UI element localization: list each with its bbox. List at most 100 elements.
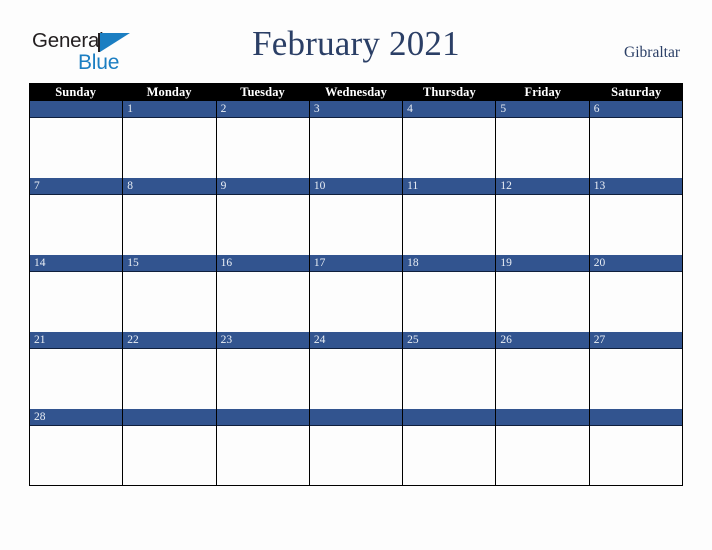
day-cell[interactable]: 3 bbox=[309, 101, 404, 178]
day-notes-area[interactable] bbox=[309, 349, 403, 408]
day-notes-area[interactable] bbox=[589, 272, 682, 331]
day-cell[interactable]: 24 bbox=[309, 332, 404, 409]
day-notes-area[interactable] bbox=[309, 195, 403, 254]
day-notes-area[interactable] bbox=[123, 195, 216, 254]
region-label: Gibraltar bbox=[624, 44, 680, 61]
day-cell[interactable]: 10 bbox=[309, 178, 404, 255]
weekday-header-row: Sunday Monday Tuesday Wednesday Thursday… bbox=[29, 83, 683, 101]
day-notes-area[interactable] bbox=[216, 118, 309, 177]
day-notes-area[interactable] bbox=[216, 195, 309, 254]
date-strip: 3 bbox=[309, 101, 403, 118]
day-cell[interactable]: 25 bbox=[403, 332, 497, 409]
day-notes-area[interactable] bbox=[589, 195, 682, 254]
day-cell[interactable]: 1 bbox=[123, 101, 217, 178]
date-number: 24 bbox=[313, 334, 326, 346]
day-cell[interactable]: 8 bbox=[123, 178, 217, 255]
date-strip: 27 bbox=[589, 332, 682, 349]
date-strip: 15 bbox=[123, 255, 216, 272]
day-cell[interactable]: 13 bbox=[589, 178, 682, 255]
date-number: 17 bbox=[313, 257, 326, 269]
day-cell[interactable] bbox=[589, 409, 682, 485]
day-notes-area[interactable] bbox=[216, 426, 309, 484]
day-cell[interactable]: 26 bbox=[496, 332, 590, 409]
day-cell[interactable]: 14 bbox=[30, 255, 124, 332]
date-number: 6 bbox=[593, 103, 600, 115]
day-cell[interactable]: 20 bbox=[589, 255, 682, 332]
day-cell[interactable]: 9 bbox=[216, 178, 310, 255]
day-notes-area[interactable] bbox=[589, 426, 682, 484]
date-strip: 11 bbox=[403, 178, 496, 195]
day-cell[interactable] bbox=[496, 409, 590, 485]
day-notes-area[interactable] bbox=[30, 195, 123, 254]
day-cell[interactable]: 15 bbox=[123, 255, 217, 332]
day-notes-area[interactable] bbox=[30, 426, 123, 484]
date-number: 4 bbox=[407, 103, 413, 115]
day-notes-area[interactable] bbox=[496, 349, 589, 408]
calendar-week-row: 28 bbox=[30, 409, 682, 485]
day-notes-area[interactable] bbox=[30, 349, 123, 408]
day-cell[interactable]: 28 bbox=[30, 409, 124, 485]
weekday-header-tuesday: Tuesday bbox=[240, 85, 285, 99]
day-notes-area[interactable] bbox=[589, 349, 682, 408]
day-cell[interactable]: 23 bbox=[216, 332, 310, 409]
day-notes-area[interactable] bbox=[403, 195, 496, 254]
day-cell[interactable]: 16 bbox=[216, 255, 310, 332]
day-cell[interactable] bbox=[30, 101, 124, 178]
day-notes-area[interactable] bbox=[123, 118, 216, 177]
day-notes-area[interactable] bbox=[496, 195, 589, 254]
date-strip: 12 bbox=[496, 178, 589, 195]
day-notes-area[interactable] bbox=[123, 349, 216, 408]
day-notes-area[interactable] bbox=[309, 272, 403, 331]
day-notes-area[interactable] bbox=[30, 118, 123, 177]
day-cell[interactable]: 17 bbox=[309, 255, 404, 332]
date-strip: 26 bbox=[496, 332, 589, 349]
day-cell[interactable]: 5 bbox=[496, 101, 590, 178]
day-cell[interactable]: 11 bbox=[403, 178, 497, 255]
day-notes-area[interactable] bbox=[30, 272, 123, 331]
day-cell[interactable] bbox=[403, 409, 497, 485]
day-cell[interactable]: 18 bbox=[403, 255, 497, 332]
day-notes-area[interactable] bbox=[309, 426, 403, 484]
date-strip bbox=[309, 409, 403, 426]
date-number: 1 bbox=[127, 103, 134, 115]
day-cell[interactable]: 2 bbox=[216, 101, 310, 178]
day-cell[interactable]: 12 bbox=[496, 178, 590, 255]
date-strip: 21 bbox=[30, 332, 123, 349]
day-cell[interactable]: 22 bbox=[123, 332, 217, 409]
date-strip bbox=[216, 409, 309, 426]
date-number: 15 bbox=[127, 257, 139, 269]
day-cell[interactable]: 6 bbox=[589, 101, 682, 178]
calendar-week-row: 14 15 16 17 18 19 20 bbox=[30, 255, 682, 332]
day-cell[interactable]: 7 bbox=[30, 178, 124, 255]
day-notes-area[interactable] bbox=[123, 426, 216, 484]
date-strip: 20 bbox=[589, 255, 682, 272]
day-cell[interactable]: 21 bbox=[30, 332, 124, 409]
day-notes-area[interactable] bbox=[496, 272, 589, 331]
day-notes-area[interactable] bbox=[216, 272, 309, 331]
day-notes-area[interactable] bbox=[309, 118, 403, 177]
day-cell[interactable] bbox=[216, 409, 310, 485]
day-notes-area[interactable] bbox=[403, 272, 496, 331]
date-strip: 25 bbox=[403, 332, 496, 349]
day-notes-area[interactable] bbox=[403, 349, 496, 408]
calendar-week-row: 1 2 3 4 5 6 bbox=[30, 101, 682, 178]
date-number: 18 bbox=[407, 257, 419, 269]
day-notes-area[interactable] bbox=[403, 118, 496, 177]
day-cell[interactable] bbox=[309, 409, 404, 485]
day-cell[interactable] bbox=[123, 409, 217, 485]
day-cell[interactable]: 4 bbox=[403, 101, 497, 178]
day-notes-area[interactable] bbox=[216, 349, 309, 408]
date-strip: 6 bbox=[589, 101, 682, 118]
day-notes-area[interactable] bbox=[589, 118, 682, 177]
day-notes-area[interactable] bbox=[403, 426, 496, 484]
date-strip: 8 bbox=[123, 178, 216, 195]
date-strip: 24 bbox=[309, 332, 403, 349]
day-notes-area[interactable] bbox=[123, 272, 216, 331]
day-notes-area[interactable] bbox=[496, 426, 589, 484]
date-number: 8 bbox=[127, 180, 134, 192]
day-cell[interactable]: 27 bbox=[589, 332, 682, 409]
day-notes-area[interactable] bbox=[496, 118, 589, 177]
page-title: February 2021 bbox=[252, 24, 460, 63]
date-number: 19 bbox=[500, 257, 512, 269]
day-cell[interactable]: 19 bbox=[496, 255, 590, 332]
